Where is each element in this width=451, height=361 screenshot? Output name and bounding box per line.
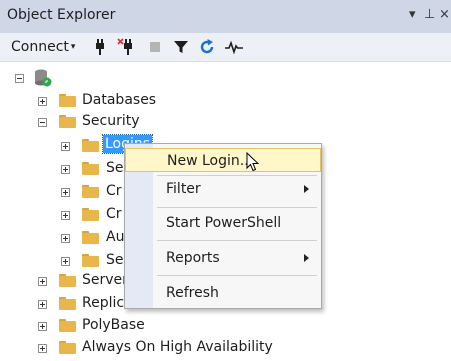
object-explorer-toolbar: Connect ▾	[0, 33, 451, 62]
tree-node-security[interactable]: Security	[0, 110, 451, 135]
refresh-icon[interactable]	[197, 37, 217, 57]
menu-item-start-powershell[interactable]: Start PowerShell	[125, 211, 321, 235]
menu-item-label: Start PowerShell	[166, 215, 282, 231]
expand-toggle[interactable]	[38, 277, 47, 286]
menu-separator	[157, 207, 317, 208]
tree-node-label: Replic	[82, 295, 125, 311]
activity-monitor-icon[interactable]	[224, 37, 244, 57]
connect-button[interactable]: Connect ▾	[11, 39, 75, 55]
mouse-cursor-icon	[246, 152, 260, 172]
submenu-arrow-icon	[304, 185, 309, 193]
expand-toggle[interactable]	[61, 165, 70, 174]
tree-node-label: Se	[106, 252, 124, 268]
menu-separator	[157, 175, 317, 176]
tree-node-always-on-high-availability[interactable]: Always On High Availability	[0, 336, 451, 361]
connect-label: Connect	[11, 39, 69, 55]
collapse-toggle[interactable]	[15, 74, 24, 83]
disconnect-plug-icon[interactable]	[117, 37, 137, 57]
folder-icon	[59, 94, 76, 107]
expand-toggle[interactable]	[38, 300, 47, 309]
tree-node-label: Databases	[82, 92, 157, 108]
folder-icon	[59, 274, 76, 287]
menu-item-label: Refresh	[166, 285, 219, 301]
expand-toggle[interactable]	[38, 344, 47, 353]
expand-toggle[interactable]	[61, 257, 70, 266]
folder-icon	[59, 115, 76, 128]
menu-item-new-login[interactable]: New Login...	[125, 148, 321, 172]
tree-node-server[interactable]	[0, 66, 451, 91]
folder-icon	[82, 208, 99, 221]
menu-item-reports[interactable]: Reports	[125, 246, 321, 270]
expand-toggle[interactable]	[38, 97, 47, 106]
tree-node-label: Cr	[106, 183, 122, 199]
submenu-arrow-icon	[304, 254, 309, 262]
menu-item-filter[interactable]: Filter	[125, 177, 321, 201]
menu-item-label: Reports	[166, 250, 220, 266]
tree-node-label: Cr	[106, 206, 122, 222]
folder-icon	[82, 231, 99, 244]
folder-icon	[82, 254, 99, 267]
pin-icon[interactable]: ⊥	[424, 7, 435, 22]
tree-node-label: PolyBase	[82, 317, 145, 333]
expand-toggle[interactable]	[61, 188, 70, 197]
window-position-dropdown-icon[interactable]: ▾	[409, 7, 416, 22]
context-menu: New Login... Filter Start PowerShell Rep…	[124, 143, 322, 309]
folder-icon	[59, 297, 76, 310]
tree-node-label: Security	[82, 113, 140, 129]
chevron-down-icon: ▾	[70, 42, 76, 52]
tree-node-label: Au	[106, 229, 125, 245]
menu-separator	[157, 240, 317, 241]
stop-icon[interactable]	[145, 37, 165, 57]
expand-toggle[interactable]	[38, 322, 47, 331]
collapse-toggle[interactable]	[38, 118, 47, 127]
folder-icon	[59, 319, 76, 332]
close-icon[interactable]: ×	[439, 7, 450, 22]
menu-separator	[157, 275, 317, 276]
menu-item-refresh[interactable]: Refresh	[125, 281, 321, 305]
panel-title: Object Explorer	[7, 7, 116, 23]
object-explorer-titlebar: Object Explorer ▾ ⊥ ×	[0, 0, 451, 33]
connect-plug-icon[interactable]	[90, 37, 110, 57]
filter-icon[interactable]	[171, 37, 191, 57]
folder-icon	[82, 185, 99, 198]
server-icon	[35, 69, 52, 87]
folder-icon	[59, 341, 76, 354]
folder-icon	[82, 162, 99, 175]
folder-icon	[82, 139, 99, 152]
expand-toggle[interactable]	[61, 211, 70, 220]
tree-node-label: Se	[106, 160, 124, 176]
expand-toggle[interactable]	[61, 234, 70, 243]
menu-item-label: Filter	[166, 181, 201, 197]
expand-toggle[interactable]	[61, 142, 70, 151]
tree-node-label: Server	[82, 272, 128, 288]
tree-node-label: Always On High Availability	[82, 339, 273, 355]
menu-item-label: New Login...	[167, 153, 254, 169]
